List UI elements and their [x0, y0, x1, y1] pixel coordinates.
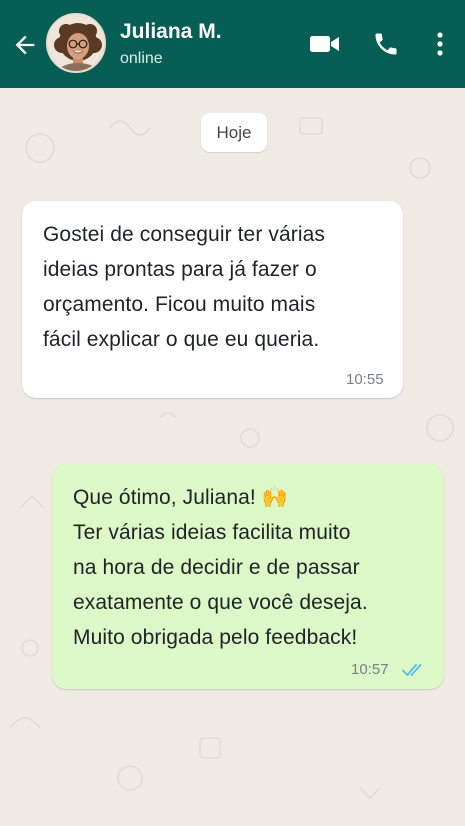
voice-call-icon[interactable] — [372, 30, 400, 58]
chat-wallpaper — [9, 117, 454, 800]
message-line: ideias prontas para já fazer o — [43, 258, 317, 281]
date-divider: Hoje — [201, 113, 267, 152]
arrow-back-icon[interactable] — [11, 31, 39, 59]
incoming-message-bubble[interactable]: Gostei de conseguir ter várias ideias pr… — [22, 201, 403, 398]
message-line: Gostei de conseguir ter várias — [43, 223, 325, 246]
outgoing-message-bubble[interactable]: Que ótimo, Juliana! 🙌 Ter várias ideias … — [52, 464, 444, 689]
message-line: orçamento. Ficou muito mais — [43, 293, 316, 316]
contact-name[interactable]: Juliana M. — [120, 20, 222, 44]
message-line: Muito obrigada pelo feedback! — [73, 626, 358, 649]
message-timestamp: 10:55 — [346, 371, 384, 388]
message-line: Que ótimo, Juliana! 🙌 — [73, 486, 289, 509]
message-timestamp: 10:57 — [351, 661, 389, 678]
message-line: Ter várias ideias facilita muito — [73, 521, 351, 544]
video-call-icon[interactable] — [309, 32, 340, 56]
double-check-icon — [402, 664, 422, 676]
avatar[interactable] — [46, 13, 106, 73]
contact-status: online — [120, 50, 163, 67]
message-line: na hora de decidir e de passar — [73, 556, 360, 579]
chat-header: Juliana M. online — [0, 0, 465, 88]
more-vert-icon[interactable] — [434, 30, 446, 58]
message-line: exatamente o que você deseja. — [73, 591, 368, 614]
avatar-image — [48, 15, 104, 71]
message-line: fácil explicar o que eu queria. — [43, 328, 320, 351]
